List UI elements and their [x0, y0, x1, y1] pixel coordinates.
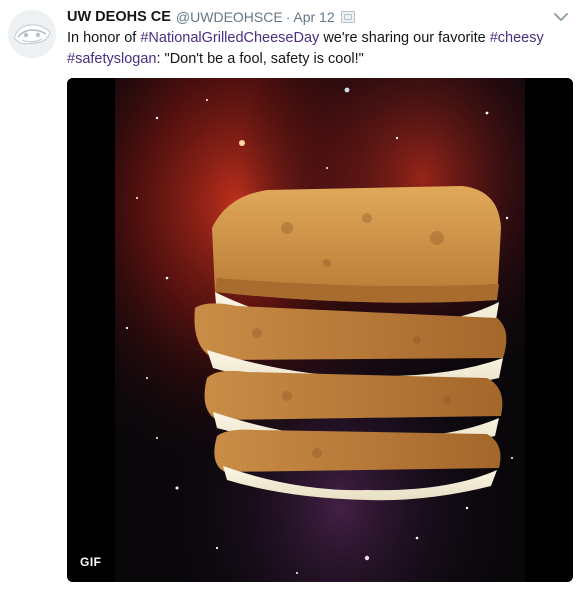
- chevron-down-icon[interactable]: [552, 10, 570, 24]
- separator-dot: ·: [285, 9, 291, 25]
- tweet-header: UW DEOHS CE @UWDEOHSCE · Apr 12: [67, 7, 355, 27]
- grilled-cheese-space-image: [67, 78, 573, 582]
- grilled-cheese-stack: [194, 186, 507, 501]
- gif-badge: GIF: [75, 552, 107, 572]
- hashtag-national-grilled-cheese-day[interactable]: #NationalGrilledCheeseDay: [140, 30, 319, 46]
- user-handle[interactable]: @UWDEOHSCE: [176, 9, 283, 25]
- tweet-text-part-2: we're sharing our favorite: [319, 30, 490, 46]
- tweet-text-part-4: : "Don't be a fool, safety is cool!": [156, 51, 364, 67]
- display-name[interactable]: UW DEOHS CE: [67, 9, 171, 25]
- verified-box-icon: [340, 11, 355, 23]
- timestamp[interactable]: Apr 12: [293, 9, 334, 25]
- tweet-card[interactable]: UW DEOHS CE @UWDEOHSCE · Apr 12 In honor…: [0, 0, 584, 592]
- uw-deohs-logo-icon: [8, 10, 56, 58]
- hashtag-safety-slogan[interactable]: #safetyslogan: [67, 51, 156, 67]
- tweet-text: In honor of #NationalGrilledCheeseDay we…: [67, 28, 567, 70]
- avatar[interactable]: [8, 10, 56, 58]
- hashtag-cheesy[interactable]: #cheesy: [490, 30, 544, 46]
- tweet-text-part-1: In honor of: [67, 30, 141, 46]
- gif-media[interactable]: GIF: [67, 78, 573, 582]
